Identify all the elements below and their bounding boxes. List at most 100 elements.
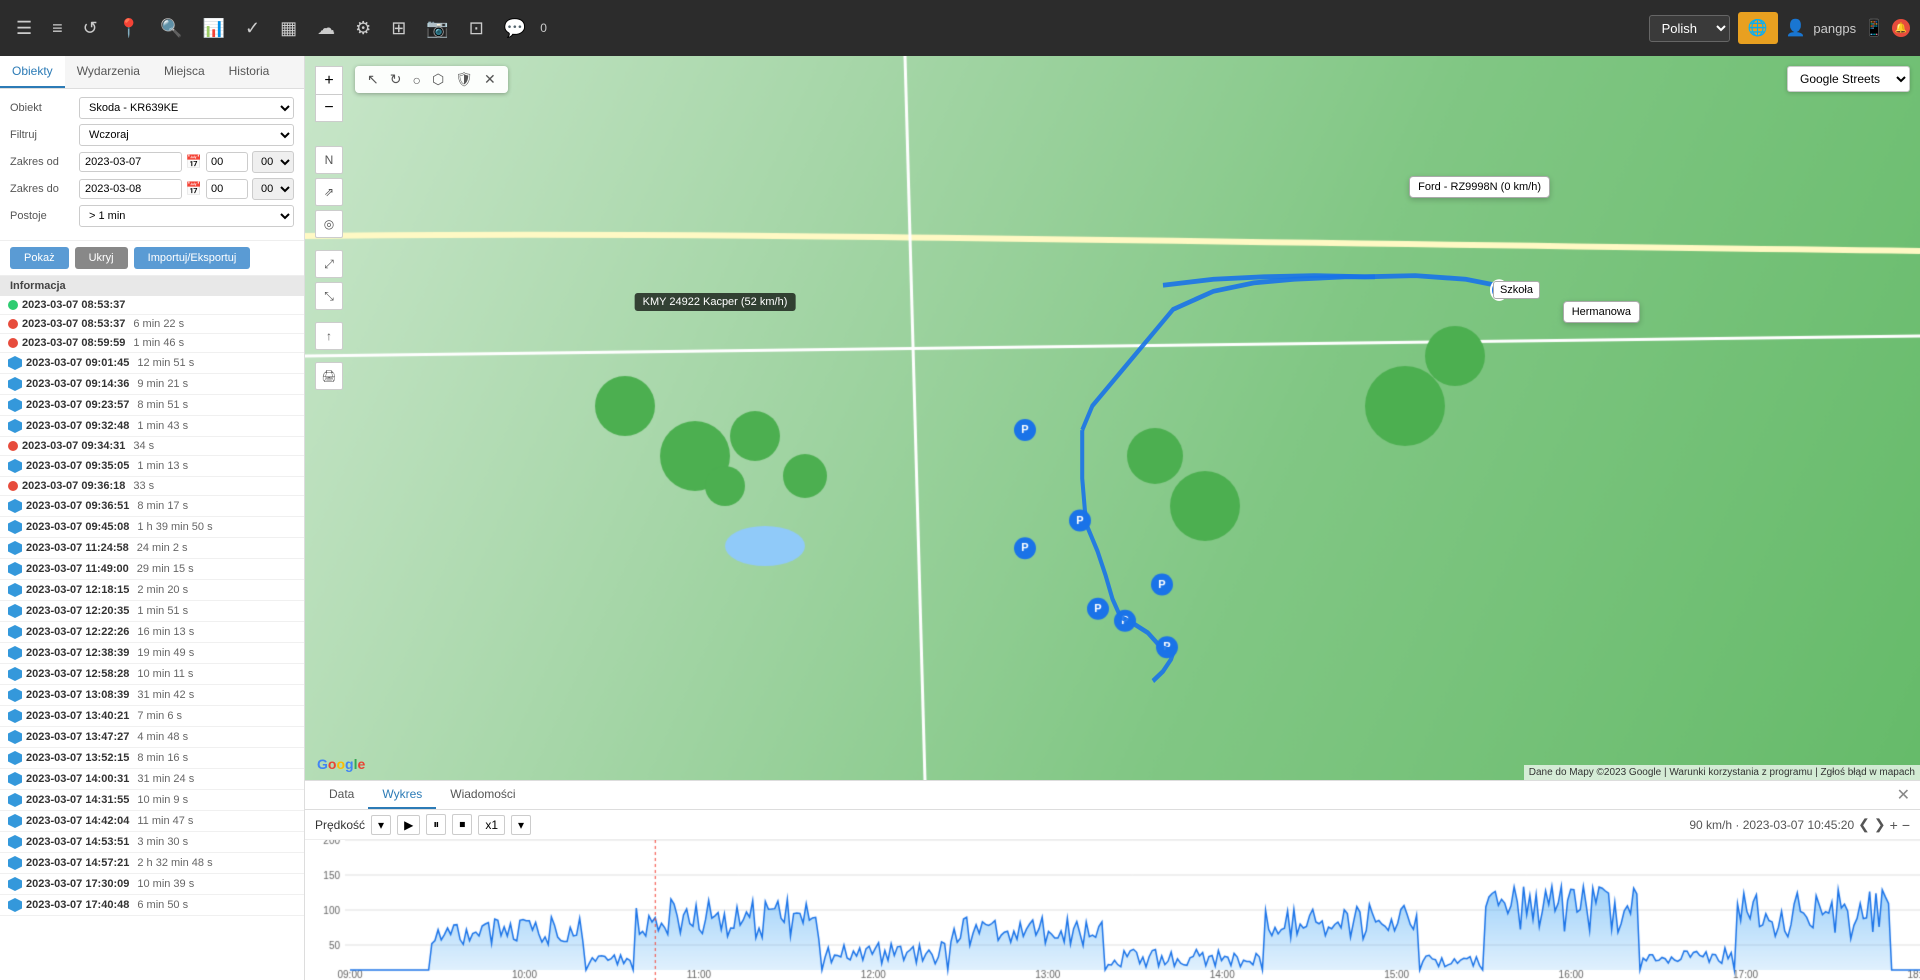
filter-select[interactable]: Wczoraj Dziś Ten tydzień bbox=[79, 124, 294, 146]
event-item[interactable]: 2023-03-07 11:49:0029 min 15 s bbox=[0, 559, 304, 580]
map-tool-circle[interactable]: ○ bbox=[408, 70, 424, 90]
event-item[interactable]: 2023-03-07 09:01:4512 min 51 s bbox=[0, 353, 304, 374]
chart-stop-btn[interactable]: ⏹ bbox=[452, 814, 472, 835]
to-date-input[interactable] bbox=[79, 179, 182, 199]
event-item[interactable]: 2023-03-07 09:14:369 min 21 s bbox=[0, 374, 304, 395]
event-item[interactable]: 2023-03-07 08:59:591 min 46 s bbox=[0, 334, 304, 353]
chart-close-button[interactable]: ✕ bbox=[1897, 785, 1910, 805]
list-icon[interactable]: ≡ bbox=[46, 14, 69, 43]
from-date-input[interactable] bbox=[79, 152, 182, 172]
event-item[interactable]: 2023-03-07 13:40:217 min 6 s bbox=[0, 706, 304, 727]
stop-select[interactable]: > 1 min bbox=[79, 205, 294, 227]
import-export-button[interactable]: Importuj/Eksportuj bbox=[134, 247, 251, 269]
event-item[interactable]: 2023-03-07 09:36:1833 s bbox=[0, 477, 304, 496]
layers-icon[interactable]: ⊞ bbox=[385, 14, 412, 43]
event-dot-red bbox=[8, 319, 18, 329]
map-tool-polygon[interactable]: ⬡ bbox=[428, 69, 448, 90]
pin-icon[interactable]: 📍 bbox=[112, 14, 146, 43]
speed-popup: KMY 24922 Kacper (52 km/h) bbox=[635, 293, 796, 311]
map-tool-close[interactable]: ✕ bbox=[480, 69, 500, 90]
search-icon[interactable]: 🔍 bbox=[154, 14, 188, 43]
chart-tab-wiadomosci[interactable]: Wiadomości bbox=[436, 781, 529, 809]
map-tool-shield[interactable]: 🛡 bbox=[451, 69, 477, 90]
chat-icon[interactable]: 💬 bbox=[498, 14, 532, 43]
chart-zoom-in-btn[interactable]: + bbox=[1890, 817, 1898, 833]
from-hour-input[interactable] bbox=[206, 152, 248, 172]
event-item[interactable]: 2023-03-07 13:47:274 min 48 s bbox=[0, 727, 304, 748]
to-hour-select[interactable]: 00 bbox=[252, 178, 294, 200]
check-icon[interactable]: ✓ bbox=[239, 14, 266, 43]
event-item[interactable]: 2023-03-07 12:22:2616 min 13 s bbox=[0, 622, 304, 643]
event-item[interactable]: 2023-03-07 14:31:5510 min 9 s bbox=[0, 790, 304, 811]
event-item[interactable]: 2023-03-07 14:57:212 h 32 min 48 s bbox=[0, 853, 304, 874]
event-item[interactable]: 2023-03-07 12:58:2810 min 11 s bbox=[0, 664, 304, 685]
language-select[interactable]: Polish English bbox=[1649, 15, 1730, 42]
event-item[interactable]: 2023-03-07 12:20:351 min 51 s bbox=[0, 601, 304, 622]
object-select[interactable]: Skoda - KR639KE bbox=[79, 97, 294, 119]
event-item[interactable]: 2023-03-07 12:18:152 min 20 s bbox=[0, 580, 304, 601]
from-calendar-icon[interactable]: 📅 bbox=[186, 154, 202, 170]
history-icon[interactable]: ↺ bbox=[77, 14, 104, 43]
map-tool-refresh[interactable]: ↻ bbox=[386, 69, 406, 90]
chart-pause-btn[interactable]: ⏸ bbox=[426, 814, 446, 835]
theme-button[interactable]: 🌐 bbox=[1738, 12, 1778, 44]
show-button[interactable]: Pokaż bbox=[10, 247, 69, 269]
chart-prev-btn[interactable]: ❮ bbox=[1858, 816, 1870, 833]
map-arrow-up[interactable]: ↑ bbox=[315, 322, 343, 350]
screen-icon[interactable]: ⊡ bbox=[463, 14, 490, 43]
event-item[interactable]: 2023-03-07 08:53:37 bbox=[0, 296, 304, 315]
speed-chart[interactable] bbox=[305, 840, 1920, 980]
zoom-in-button[interactable]: + bbox=[315, 66, 343, 94]
zoom-out-button[interactable]: − bbox=[315, 94, 343, 122]
chart-play-btn[interactable]: ▶ bbox=[397, 815, 420, 835]
menu-icon[interactable]: ☰ bbox=[10, 14, 38, 43]
event-item[interactable]: 2023-03-07 12:38:3919 min 49 s bbox=[0, 643, 304, 664]
to-hour-input[interactable] bbox=[206, 179, 248, 199]
event-item[interactable]: 2023-03-07 08:53:376 min 22 s bbox=[0, 315, 304, 334]
map-shrink-btn[interactable]: ⤡ bbox=[315, 282, 343, 310]
map-route-btn[interactable]: ⇗ bbox=[315, 178, 343, 206]
event-item[interactable]: 2023-03-07 17:30:0910 min 39 s bbox=[0, 874, 304, 895]
chart-zoom-out-btn[interactable]: − bbox=[1902, 817, 1910, 833]
settings-icon[interactable]: ⚙ bbox=[349, 14, 377, 43]
chart-bar-icon[interactable]: 📊 bbox=[197, 14, 231, 43]
event-item[interactable]: 2023-03-07 09:35:051 min 13 s bbox=[0, 456, 304, 477]
hide-button[interactable]: Ukryj bbox=[75, 247, 128, 269]
camera-icon[interactable]: 📷 bbox=[420, 14, 454, 43]
event-item[interactable]: 2023-03-07 09:23:578 min 51 s bbox=[0, 395, 304, 416]
chart-tab-wykres[interactable]: Wykres bbox=[368, 781, 436, 809]
map-print-btn[interactable]: 🖨 bbox=[315, 362, 343, 390]
event-item[interactable]: 2023-03-07 09:36:518 min 17 s bbox=[0, 496, 304, 517]
tab-miejsca[interactable]: Miejsca bbox=[152, 56, 217, 88]
event-item[interactable]: 2023-03-07 17:40:486 min 50 s bbox=[0, 895, 304, 916]
grid-icon[interactable]: ▦ bbox=[274, 14, 303, 43]
from-hour-select[interactable]: 00 bbox=[252, 151, 294, 173]
event-item[interactable]: 2023-03-07 13:08:3931 min 42 s bbox=[0, 685, 304, 706]
event-shield-icon bbox=[8, 356, 22, 370]
map-north-btn[interactable]: N bbox=[315, 146, 343, 174]
event-item[interactable]: 2023-03-07 11:24:5824 min 2 s bbox=[0, 538, 304, 559]
tab-wydarzenia[interactable]: Wydarzenia bbox=[65, 56, 152, 88]
map-expand-btn[interactable]: ⤢ bbox=[315, 250, 343, 278]
event-item[interactable]: 2023-03-07 09:45:081 h 39 min 50 s bbox=[0, 517, 304, 538]
map-area[interactable]: ↖ ↻ ○ ⬡ 🛡 ✕ + − N ⇗ ◎ ⤢ ⤡ ↑ 🖨 bbox=[305, 56, 1920, 780]
layers-select[interactable]: Google Streets Google Satellite OpenStre… bbox=[1787, 66, 1910, 92]
chart-dropdown-btn[interactable]: ▾ bbox=[371, 815, 391, 835]
map-location-btn[interactable]: ◎ bbox=[315, 210, 343, 238]
to-calendar-icon[interactable]: 📅 bbox=[186, 181, 202, 197]
map-layers-selector[interactable]: Google Streets Google Satellite OpenStre… bbox=[1787, 66, 1910, 92]
event-item[interactable]: 2023-03-07 09:34:3134 s bbox=[0, 437, 304, 456]
tab-obiekty[interactable]: Obiekty bbox=[0, 56, 65, 88]
event-item[interactable]: 2023-03-07 14:42:0411 min 47 s bbox=[0, 811, 304, 832]
cloud-icon[interactable]: ☁ bbox=[311, 14, 341, 43]
event-item[interactable]: 2023-03-07 14:00:3131 min 24 s bbox=[0, 769, 304, 790]
tab-historia[interactable]: Historia bbox=[217, 56, 282, 88]
chart-speed-dropdown[interactable]: ▾ bbox=[511, 815, 531, 835]
event-item[interactable]: 2023-03-07 13:52:158 min 16 s bbox=[0, 748, 304, 769]
chart-next-btn[interactable]: ❯ bbox=[1874, 816, 1886, 833]
chart-speed-x-btn[interactable]: x1 bbox=[478, 815, 505, 835]
event-item[interactable]: 2023-03-07 14:53:513 min 30 s bbox=[0, 832, 304, 853]
chart-tab-data[interactable]: Data bbox=[315, 781, 368, 809]
map-tool-cursor[interactable]: ↖ bbox=[363, 69, 383, 90]
event-item[interactable]: 2023-03-07 09:32:481 min 43 s bbox=[0, 416, 304, 437]
